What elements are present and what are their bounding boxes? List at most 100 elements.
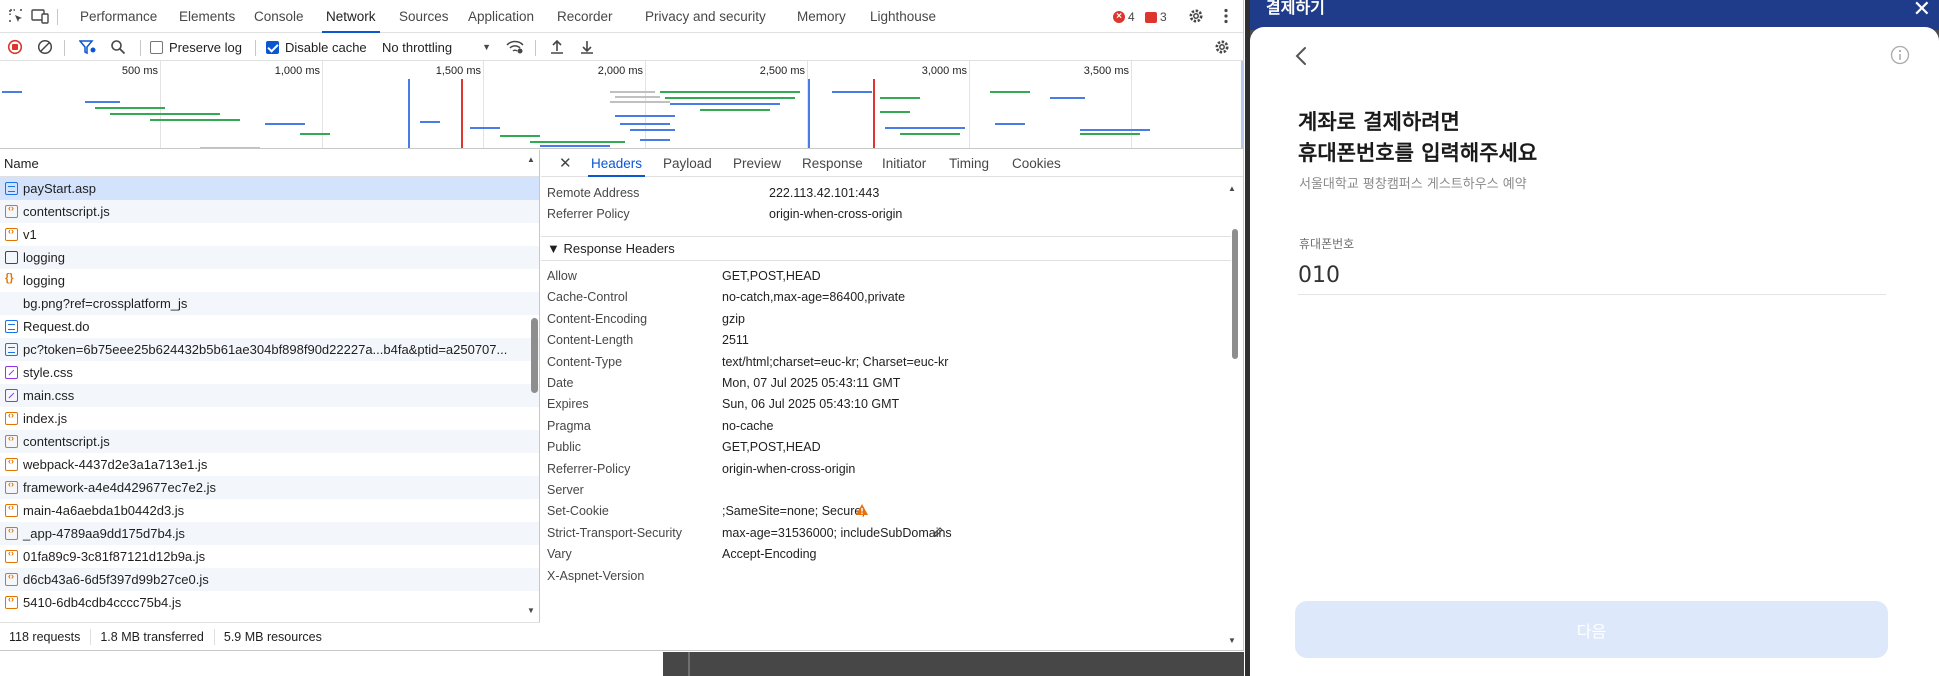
- tab-network[interactable]: Network: [322, 0, 379, 33]
- overview-scroll-edge: [1241, 61, 1243, 148]
- network-conditions-icon[interactable]: [505, 37, 525, 57]
- load-event-marker: [461, 79, 463, 148]
- xhr-resource-icon: [5, 251, 18, 264]
- throttling-value: No throttling: [382, 39, 453, 55]
- request-row[interactable]: index.js: [0, 407, 539, 430]
- scroll-down-icon[interactable]: ▼: [527, 606, 535, 615]
- request-name: v1: [23, 227, 37, 242]
- detail-tab-headers[interactable]: Headers: [587, 150, 646, 177]
- tab-console[interactable]: Console: [254, 0, 304, 33]
- request-row[interactable]: main.css: [0, 384, 539, 407]
- network-settings-gear-icon[interactable]: [1212, 37, 1232, 57]
- tab-memory[interactable]: Memory: [797, 0, 846, 33]
- request-row[interactable]: payStart.asp: [0, 177, 539, 200]
- network-overview-timeline[interactable]: 500 ms 1,000 ms 1,500 ms 2,000 ms 2,500 …: [0, 61, 1243, 149]
- scrollbar[interactable]: [531, 318, 538, 393]
- issues-count: 3: [1160, 10, 1167, 24]
- scroll-down-icon[interactable]: ▼: [1228, 636, 1236, 645]
- header-name: Content-Encoding: [547, 311, 648, 326]
- header-value: 222.113.42.101:443: [769, 186, 880, 200]
- request-row[interactable]: 5410-6db4cdb4cccc75b4.js: [0, 591, 539, 614]
- header-name: Allow: [547, 269, 577, 283]
- request-name: logging: [23, 250, 65, 265]
- record-stop-icon[interactable]: [5, 37, 25, 57]
- detail-tab-payload[interactable]: Payload: [663, 150, 712, 177]
- request-row[interactable]: d6cb43a6-6d5f397d99b27ce0.js: [0, 568, 539, 591]
- close-icon[interactable]: ✕: [1913, 0, 1931, 22]
- img-resource-icon: [5, 297, 18, 310]
- edit-pencil-icon[interactable]: [932, 526, 944, 541]
- preserve-log-checkbox[interactable]: Preserve log: [150, 37, 242, 57]
- detail-tab-response[interactable]: Response: [802, 150, 863, 177]
- settings-gear-icon[interactable]: [1186, 6, 1206, 26]
- request-row[interactable]: Request.do: [0, 315, 539, 338]
- detail-tab-initiator[interactable]: Initiator: [882, 150, 926, 177]
- warning-icon[interactable]: [855, 503, 869, 519]
- scrollbar[interactable]: [1232, 229, 1238, 359]
- request-name: payStart.asp: [23, 181, 96, 196]
- search-icon[interactable]: [108, 37, 128, 57]
- checkbox-box[interactable]: [150, 40, 163, 54]
- waterfall-bar: [500, 135, 540, 137]
- issues-count-badge[interactable]: 3: [1145, 9, 1167, 25]
- error-count: 4: [1128, 10, 1135, 24]
- tab-application[interactable]: Application: [468, 0, 534, 33]
- device-toolbar-icon[interactable]: [30, 6, 50, 26]
- detail-tab-preview[interactable]: Preview: [733, 150, 781, 177]
- export-har-icon[interactable]: [577, 37, 597, 57]
- header-value: GET,POST,HEAD: [722, 269, 821, 283]
- error-count-badge[interactable]: × 4: [1113, 9, 1135, 25]
- info-icon[interactable]: [1890, 45, 1910, 65]
- clear-icon[interactable]: [35, 37, 55, 57]
- close-icon[interactable]: ✕: [559, 150, 572, 177]
- request-row[interactable]: 01fa89c9-3c81f87121d12b9a.js: [0, 545, 539, 568]
- request-row[interactable]: framework-a4e4d429677ec7e2.js: [0, 476, 539, 499]
- next-button[interactable]: 다음: [1295, 601, 1888, 658]
- request-row[interactable]: v1: [0, 223, 539, 246]
- waterfall-bar: [95, 107, 165, 109]
- header-value: no-catch,max-age=86400,private: [722, 290, 906, 305]
- script-resource-icon: [5, 479, 18, 494]
- filter-icon[interactable]: [78, 37, 98, 57]
- script-resource-icon: [5, 594, 18, 609]
- response-headers-section-toggle[interactable]: ▼ Response Headers: [541, 236, 1231, 261]
- request-row[interactable]: style.css: [0, 361, 539, 384]
- header-value: origin-when-cross-origin: [769, 207, 903, 221]
- request-row[interactable]: contentscript.js: [0, 200, 539, 223]
- detail-tab-cookies[interactable]: Cookies: [1012, 150, 1061, 177]
- header-value: text/html;charset=euc-kr; Charset=euc-kr: [722, 354, 949, 369]
- request-row[interactable]: logging: [0, 246, 539, 269]
- request-row[interactable]: pc?token=6b75eee25b624432b5b61ae304bf898…: [0, 338, 539, 361]
- more-options-icon[interactable]: [1216, 6, 1236, 26]
- tab-performance[interactable]: Performance: [80, 0, 157, 33]
- tab-lighthouse[interactable]: Lighthouse: [870, 0, 936, 33]
- header-name: Strict-Transport-Security: [547, 525, 682, 540]
- tab-recorder[interactable]: Recorder: [557, 0, 613, 33]
- request-row[interactable]: bg.png?ref=crossplatform_js: [0, 292, 539, 315]
- request-row[interactable]: _app-4789aa9dd175d7b4.js: [0, 522, 539, 545]
- devtools-panel: Performance Elements Console Network Sou…: [0, 0, 1244, 651]
- detail-tab-timing[interactable]: Timing: [949, 150, 989, 177]
- script-resource-icon: [5, 433, 18, 448]
- column-header-name[interactable]: Name: [0, 150, 539, 177]
- phone-number-input[interactable]: [1298, 257, 1886, 295]
- request-row[interactable]: webpack-4437d2e3a1a713e1.js: [0, 453, 539, 476]
- request-row[interactable]: contentscript.js: [0, 430, 539, 453]
- scroll-up-icon[interactable]: ▲: [1228, 184, 1236, 193]
- header-value: gzip: [722, 311, 745, 326]
- throttling-select[interactable]: No throttling ▼: [382, 37, 491, 57]
- tick-label: 2,500 ms: [759, 65, 805, 77]
- tab-elements[interactable]: Elements: [179, 0, 235, 33]
- request-name: pc?token=6b75eee25b624432b5b61ae304bf898…: [23, 342, 508, 357]
- request-row[interactable]: logging: [0, 269, 539, 292]
- checkbox-box[interactable]: [266, 40, 279, 54]
- import-har-icon[interactable]: [547, 37, 567, 57]
- back-chevron-icon[interactable]: [1294, 45, 1314, 69]
- scroll-up-icon[interactable]: ▲: [527, 155, 535, 164]
- header-name: Content-Length: [547, 333, 634, 348]
- disable-cache-checkbox[interactable]: Disable cache: [266, 37, 367, 57]
- inspect-element-icon[interactable]: [6, 6, 26, 26]
- request-row[interactable]: main-4a6aebda1b0442d3.js: [0, 499, 539, 522]
- tab-privacy-security[interactable]: Privacy and security: [645, 0, 766, 33]
- tab-sources[interactable]: Sources: [399, 0, 449, 33]
